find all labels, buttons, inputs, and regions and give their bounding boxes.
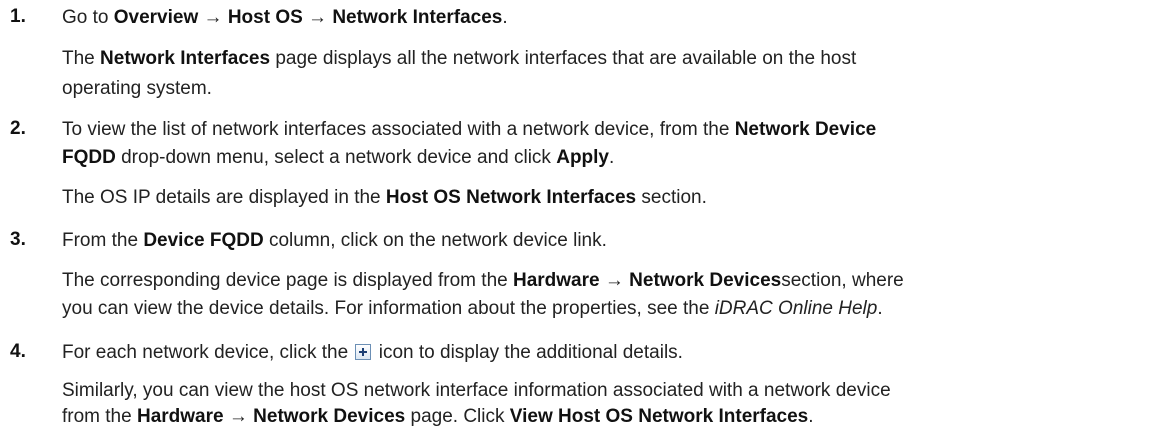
step-result-cont: you can view the device details. For inf… bbox=[62, 298, 883, 319]
step-instruction: Go to Overview → Host OS → Network Inter… bbox=[62, 7, 508, 28]
step-instruction: To view the list of network interfaces a… bbox=[62, 119, 877, 140]
step-number: 2. bbox=[10, 118, 26, 139]
step-number: 1. bbox=[10, 6, 26, 27]
step-result: Similarly, you can view the host OS netw… bbox=[62, 380, 891, 401]
step-number: 3. bbox=[10, 229, 26, 250]
step-result: The Network Interfaces page displays all… bbox=[62, 48, 857, 69]
step-instruction: For each network device, click the icon … bbox=[62, 342, 683, 363]
step-number: 4. bbox=[10, 341, 26, 362]
step-result: The OS IP details are displayed in the H… bbox=[62, 187, 707, 208]
menu-host-os: Host OS bbox=[227, 7, 303, 28]
step-result-cont: operating system. bbox=[62, 78, 212, 99]
step-instruction-cont: FQDD drop-down menu, select a network de… bbox=[62, 147, 615, 168]
step-result: The corresponding device page is display… bbox=[62, 270, 904, 291]
menu-network-interfaces: Network Interfaces bbox=[332, 7, 503, 28]
step-instruction: From the Device FQDD column, click on th… bbox=[62, 230, 607, 251]
menu-overview: Overview bbox=[113, 7, 199, 28]
apply-label: Apply bbox=[556, 147, 609, 168]
help-reference: iDRAC Online Help bbox=[714, 298, 878, 319]
plus-expand-icon bbox=[355, 344, 372, 360]
step-result-cont: from the Hardware → Network Devices page… bbox=[62, 406, 814, 427]
